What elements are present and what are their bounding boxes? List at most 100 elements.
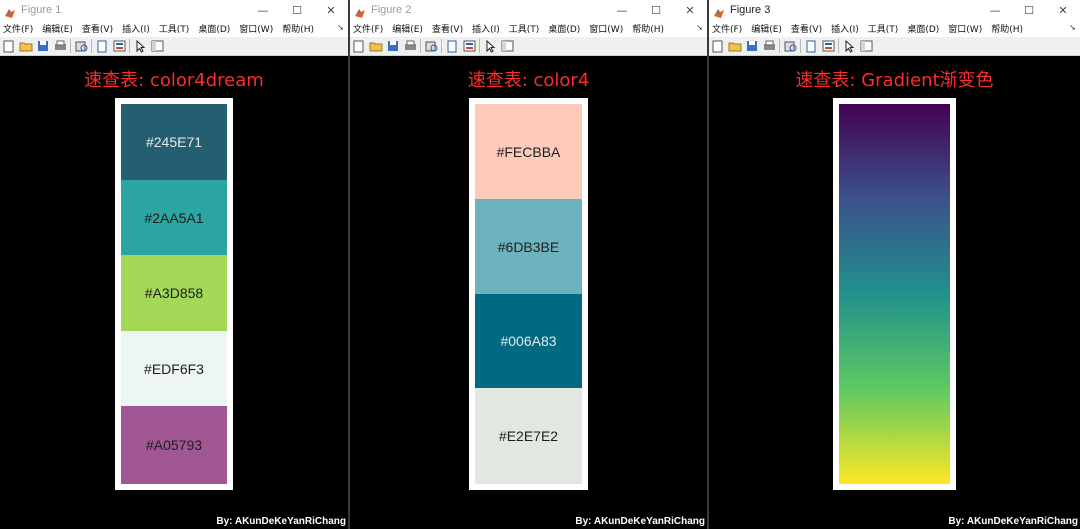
menu-window[interactable]: 窗口(W) [239,22,273,35]
link-plot-icon[interactable] [445,39,459,53]
menu-desktop[interactable]: 桌面(D) [548,22,580,35]
menu-help[interactable]: 帮助(H) [282,22,314,35]
pointer-icon[interactable] [133,39,147,53]
menu-desktop[interactable]: 桌面(D) [198,22,230,35]
insert-legend-icon[interactable] [112,39,126,53]
menu-overflow-icon[interactable]: ➘ [337,23,344,32]
pointer-icon[interactable] [483,39,497,53]
window-title: Figure 2 [371,4,412,16]
print-preview-icon[interactable] [783,39,797,53]
print-preview-icon[interactable] [74,39,88,53]
toolbar [350,37,707,56]
open-folder-icon[interactable] [728,39,742,53]
menu-file[interactable]: 文件(F) [712,22,742,35]
print-icon[interactable] [403,39,417,53]
pointer-icon[interactable] [842,39,856,53]
swatch-label: #EDF6F3 [144,360,204,377]
close-button[interactable]: ✕ [314,0,348,20]
insert-legend-icon[interactable] [821,39,835,53]
swatch-panel: #FECBBA #6DB3BE #006A83 #E2E7E2 [469,98,588,490]
link-plot-icon[interactable] [804,39,818,53]
menu-view[interactable]: 查看(V) [82,22,113,35]
author-credit: By: AKunDeKeYanRiChang [216,516,346,527]
menu-tools[interactable]: 工具(T) [509,22,540,35]
close-button[interactable]: ✕ [1046,0,1080,20]
desktop: Figure 1 — ☐ ✕ 文件(F) 编辑(E) 查看(V) 插入(I) 工… [0,0,1080,529]
plot-title: 速查表: color4 [467,70,590,91]
menu-view[interactable]: 查看(V) [432,22,463,35]
menu-help[interactable]: 帮助(H) [991,22,1023,35]
menu-help[interactable]: 帮助(H) [632,22,664,35]
toolbar [709,37,1080,56]
save-icon[interactable] [386,39,400,53]
menu-insert[interactable]: 插入(I) [831,22,859,35]
menu-file[interactable]: 文件(F) [3,22,33,35]
color-swatch: #A3D858 [121,255,227,331]
menu-window[interactable]: 窗口(W) [948,22,982,35]
color-swatch: #2AA5A1 [121,180,227,255]
swatch-label: #FECBBA [496,143,561,160]
menu-bar: 文件(F) 编辑(E) 查看(V) 插入(I) 工具(T) 桌面(D) 窗口(W… [350,20,707,37]
toolbar-separator [420,39,421,53]
minimize-button[interactable]: — [246,0,280,20]
menu-view[interactable]: 查看(V) [791,22,822,35]
open-folder-icon[interactable] [369,39,383,53]
toolbar-separator [479,39,480,53]
save-icon[interactable] [36,39,50,53]
swatch-label: #A05793 [145,437,203,453]
maximize-button[interactable]: ☐ [1012,0,1046,20]
menu-tools[interactable]: 工具(T) [159,22,190,35]
color-swatch: #6DB3BE [475,199,582,294]
toolbar-separator [800,39,801,53]
title-bar[interactable]: Figure 3 — ☐ ✕ [709,0,1080,20]
toolbar-separator [129,39,130,53]
swatch-label: #6DB3BE [497,238,560,255]
open-folder-icon[interactable] [19,39,33,53]
link-plot-icon[interactable] [95,39,109,53]
minimize-button[interactable]: — [605,0,639,20]
menu-file[interactable]: 文件(F) [353,22,383,35]
title-bar[interactable]: Figure 1 — ☐ ✕ [0,0,348,20]
minimize-button[interactable]: — [978,0,1012,20]
toolbar-separator [779,39,780,53]
color-swatch: #006A83 [475,294,582,388]
print-icon[interactable] [53,39,67,53]
title-bar[interactable]: Figure 2 — ☐ ✕ [350,0,707,20]
print-icon[interactable] [762,39,776,53]
matlab-icon [354,4,366,18]
menu-window[interactable]: 窗口(W) [589,22,623,35]
figure-window-2: Figure 2 — ☐ ✕ 文件(F) 编辑(E) 查看(V) 插入(I) 工… [350,0,707,529]
new-file-icon[interactable] [352,39,366,53]
window-title: Figure 3 [730,4,771,16]
menu-overflow-icon[interactable]: ➘ [1069,23,1076,32]
property-editor-icon[interactable] [150,39,164,53]
print-preview-icon[interactable] [424,39,438,53]
swatch-label: #E2E7E2 [498,428,559,444]
menu-insert[interactable]: 插入(I) [472,22,500,35]
insert-legend-icon[interactable] [462,39,476,53]
color-swatch: #E2E7E2 [475,388,582,484]
plot-title: 速查表: color4dream [84,70,264,91]
property-editor-icon[interactable] [859,39,873,53]
swatch-label: #245E71 [145,134,203,150]
maximize-button[interactable]: ☐ [280,0,314,20]
menu-overflow-icon[interactable]: ➘ [696,23,703,32]
save-icon[interactable] [745,39,759,53]
menu-tools[interactable]: 工具(T) [868,22,899,35]
property-editor-icon[interactable] [500,39,514,53]
close-button[interactable]: ✕ [673,0,707,20]
new-file-icon[interactable] [2,39,16,53]
menu-edit[interactable]: 编辑(E) [751,22,782,35]
gradient-bar [839,104,950,484]
swatch-label: #A3D858 [144,285,204,301]
author-credit: By: AKunDeKeYanRiChang [948,516,1078,527]
menu-desktop[interactable]: 桌面(D) [907,22,939,35]
swatch-label: #006A83 [500,333,557,349]
toolbar-separator [70,39,71,53]
plot-title: 速查表: Gradient渐变色 [795,70,994,91]
menu-edit[interactable]: 编辑(E) [42,22,73,35]
menu-insert[interactable]: 插入(I) [122,22,150,35]
new-file-icon[interactable] [711,39,725,53]
maximize-button[interactable]: ☐ [639,0,673,20]
menu-edit[interactable]: 编辑(E) [392,22,423,35]
